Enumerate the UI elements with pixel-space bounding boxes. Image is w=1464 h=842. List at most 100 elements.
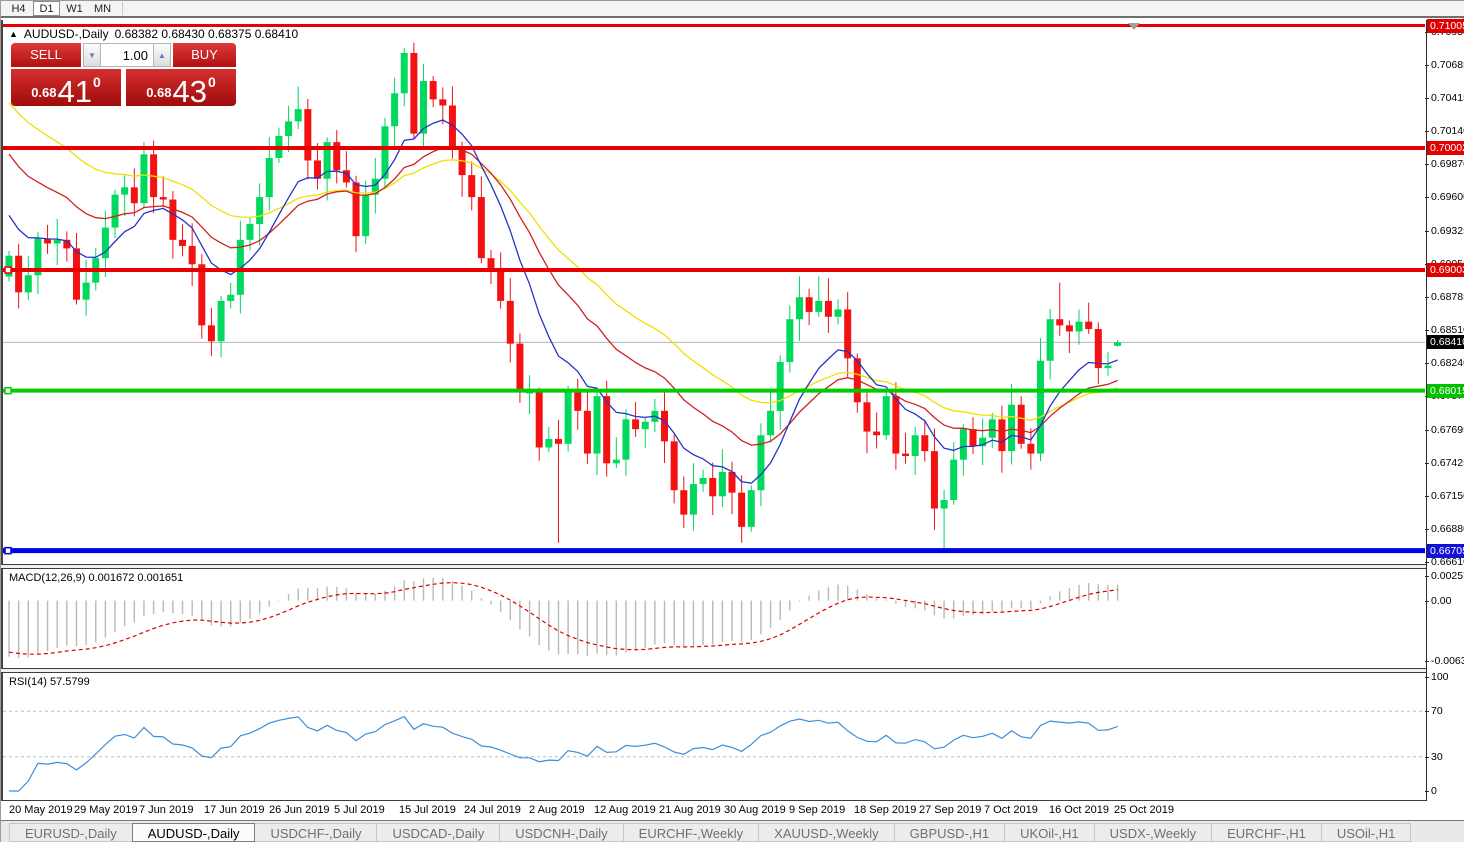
symbol-tab-usdcnh-daily[interactable]: USDCNH-,Daily xyxy=(499,823,623,842)
candle-body xyxy=(738,493,745,527)
axis-tick-dash xyxy=(1425,529,1429,530)
price-axis[interactable] xyxy=(1426,20,1464,819)
time-label-17-jun-2019: 17 Jun 2019 xyxy=(204,804,265,816)
candle-body xyxy=(902,454,909,456)
candle-body xyxy=(353,182,360,236)
candle-body xyxy=(468,175,475,197)
symbol-tab-eurchf-weekly[interactable]: EURCHF-,Weekly xyxy=(623,823,760,842)
sell-price-tile[interactable]: 0.68 41 0 xyxy=(11,69,121,106)
candle-body xyxy=(680,490,687,514)
candle-body xyxy=(565,393,572,444)
candle-body xyxy=(208,325,215,341)
price-tick-0.69600: 0.69600 xyxy=(1431,191,1464,203)
candle-body xyxy=(121,187,128,194)
symbol-tab-eurchf-h1[interactable]: EURCHF-,H1 xyxy=(1211,823,1322,842)
time-label-15-jul-2019: 15 Jul 2019 xyxy=(399,804,456,816)
timeframe-button-d1[interactable]: D1 xyxy=(33,1,60,16)
volume-input[interactable] xyxy=(101,43,153,67)
chart-title: ▲ AUDUSD-,Daily 0.68382 0.68430 0.68375 … xyxy=(9,27,298,41)
symbol-tab-usdx-weekly[interactable]: USDX-,Weekly xyxy=(1094,823,1212,842)
candle-body xyxy=(516,344,523,393)
candle-body xyxy=(748,490,755,527)
symbol-tab-ukoil-h1[interactable]: UKOil-,H1 xyxy=(1004,823,1095,842)
symbol-tab-eurusd-daily[interactable]: EURUSD-,Daily xyxy=(9,823,133,842)
candle-body xyxy=(218,301,225,341)
ma-slow-line xyxy=(9,103,1118,421)
buy-price-tile[interactable]: 0.68 43 0 xyxy=(126,69,236,106)
axis-tick-dash xyxy=(1425,463,1429,464)
candle-body xyxy=(642,422,649,429)
candle-body xyxy=(1047,319,1054,361)
candle-body xyxy=(73,248,80,299)
candle-body xyxy=(786,319,793,362)
macd-signal-line xyxy=(9,583,1118,655)
candle-body xyxy=(304,109,311,160)
price-tick-0.67695: 0.67695 xyxy=(1431,424,1464,436)
axis-tick-dash xyxy=(1425,164,1429,165)
candle-body xyxy=(1027,444,1034,454)
axis-tick-dash xyxy=(1425,661,1429,662)
sell-button[interactable]: SELL xyxy=(11,43,81,67)
one-click-trading-widget: SELL ▼ ▲ BUY 0.68 41 0 0.68 43 0 xyxy=(11,43,236,106)
candle-body xyxy=(603,396,610,463)
time-label-21-aug-2019: 21 Aug 2019 xyxy=(659,804,721,816)
hline-handle-0.68015[interactable] xyxy=(5,388,11,394)
buy-button[interactable]: BUY xyxy=(173,43,236,67)
candle-body xyxy=(1076,322,1083,332)
symbol-tab-audusd-daily[interactable]: AUDUSD-,Daily xyxy=(132,823,256,842)
candle-body xyxy=(160,197,167,199)
candle-body xyxy=(613,460,620,464)
candle-body xyxy=(912,435,919,456)
time-label-25-oct-2019: 25 Oct 2019 xyxy=(1114,804,1174,816)
candle-body xyxy=(584,411,591,454)
time-label-30-aug-2019: 30 Aug 2019 xyxy=(724,804,786,816)
volume-increase-button[interactable]: ▲ xyxy=(153,43,171,67)
volume-decrease-button[interactable]: ▼ xyxy=(83,43,101,67)
candle-body xyxy=(632,419,639,429)
symbol-tab-xauusd-weekly[interactable]: XAUUSD-,Weekly xyxy=(758,823,895,842)
time-label-26-jun-2019: 26 Jun 2019 xyxy=(269,804,330,816)
candle-body xyxy=(266,158,273,197)
price-macd-separator[interactable] xyxy=(1,564,1464,569)
candle-body xyxy=(507,301,514,344)
rsi-tick-100: 100 xyxy=(1431,671,1449,683)
rsi-tick-70: 70 xyxy=(1431,705,1443,717)
hline-handle-0.69003[interactable] xyxy=(5,267,11,273)
buy-price-small: 0.68 xyxy=(146,85,171,100)
axis-tick-dash xyxy=(1425,757,1429,758)
candle-body xyxy=(131,187,138,203)
macd-rsi-separator[interactable] xyxy=(1,668,1464,673)
candle-body xyxy=(189,246,196,264)
timeframe-button-w1[interactable]: W1 xyxy=(61,1,88,16)
timeframe-button-mn[interactable]: MN xyxy=(89,1,116,16)
sell-price-small: 0.68 xyxy=(31,85,56,100)
candle-body xyxy=(227,295,234,301)
price-tick-0.70140: 0.70140 xyxy=(1431,125,1464,137)
candle-body xyxy=(883,396,890,435)
candle-body xyxy=(1114,342,1121,345)
price-tick-0.67425: 0.67425 xyxy=(1431,457,1464,469)
candle-body xyxy=(179,240,186,246)
candle-body xyxy=(497,268,504,301)
symbol-tab-gbpusd-h1[interactable]: GBPUSD-,H1 xyxy=(894,823,1005,842)
candle-body xyxy=(295,109,302,121)
candle-body xyxy=(661,411,668,442)
timeframe-button-h4[interactable]: H4 xyxy=(5,1,32,16)
chart-canvas xyxy=(1,1,1464,842)
candle-body xyxy=(285,121,292,136)
candle-body xyxy=(998,419,1005,451)
symbol-tab-usoil-h1[interactable]: USOil-,H1 xyxy=(1321,823,1412,842)
time-axis[interactable]: 20 May 201929 May 20197 Jun 201917 Jun 2… xyxy=(1,801,1464,820)
candle-body xyxy=(1104,366,1111,368)
price-tick-0.70415: 0.70415 xyxy=(1431,92,1464,104)
hline-handle-0.66705[interactable] xyxy=(5,548,11,554)
candle-body xyxy=(796,297,803,319)
candle-body xyxy=(950,460,957,500)
expand-triangle-icon[interactable]: ▲ xyxy=(9,29,18,39)
buy-price-sup: 0 xyxy=(208,74,216,90)
candle-body xyxy=(806,297,813,312)
candle-body xyxy=(488,258,495,268)
symbol-tab-usdchf-daily[interactable]: USDCHF-,Daily xyxy=(254,823,377,842)
candle-body xyxy=(921,435,928,451)
symbol-tab-usdcad-daily[interactable]: USDCAD-,Daily xyxy=(376,823,500,842)
